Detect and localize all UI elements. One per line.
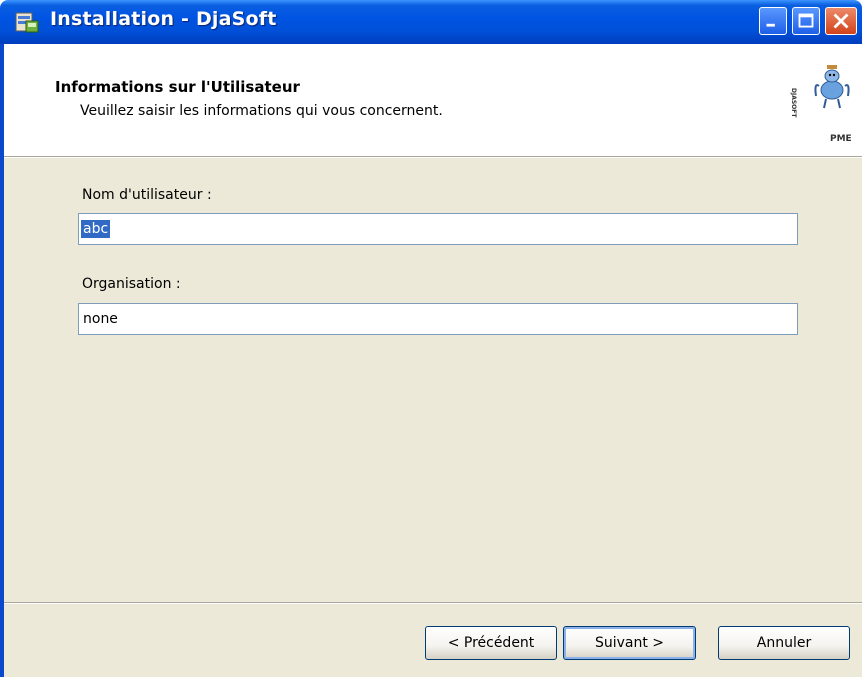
maximize-icon bbox=[798, 13, 814, 28]
username-input[interactable]: abc bbox=[78, 213, 798, 245]
username-label: Nom d'utilisateur : bbox=[82, 187, 212, 203]
organization-value: none bbox=[83, 311, 118, 327]
organization-input[interactable]: none bbox=[78, 303, 798, 335]
wizard-header: Informations sur l'Utilisateur Veuillez … bbox=[4, 44, 862, 156]
djasoft-logo-icon: DJASOFT bbox=[790, 65, 850, 118]
close-button[interactable] bbox=[825, 7, 857, 35]
title-bar[interactable]: Installation - DjaSoft bbox=[0, 0, 862, 44]
installer-window: Installation - DjaSoft Informations sur … bbox=[0, 0, 862, 677]
cancel-button[interactable]: Annuler bbox=[718, 626, 850, 660]
svg-text:DJASOFT: DJASOFT bbox=[790, 88, 797, 118]
minimize-icon bbox=[766, 23, 775, 27]
page-subtitle: Veuillez saisir les informations qui vou… bbox=[80, 103, 443, 119]
close-icon bbox=[833, 13, 849, 29]
maximize-button[interactable] bbox=[792, 7, 820, 35]
next-button[interactable]: Suivant > bbox=[563, 626, 696, 660]
page-title: Informations sur l'Utilisateur bbox=[55, 78, 300, 96]
organization-label: Organisation : bbox=[82, 276, 181, 292]
installer-app-icon bbox=[15, 12, 39, 33]
logo-caption: PME bbox=[830, 134, 852, 144]
window-title: Installation - DjaSoft bbox=[50, 8, 277, 30]
previous-button[interactable]: < Précédent bbox=[425, 626, 557, 660]
username-value: abc bbox=[81, 220, 111, 238]
minimize-button[interactable] bbox=[759, 7, 787, 35]
